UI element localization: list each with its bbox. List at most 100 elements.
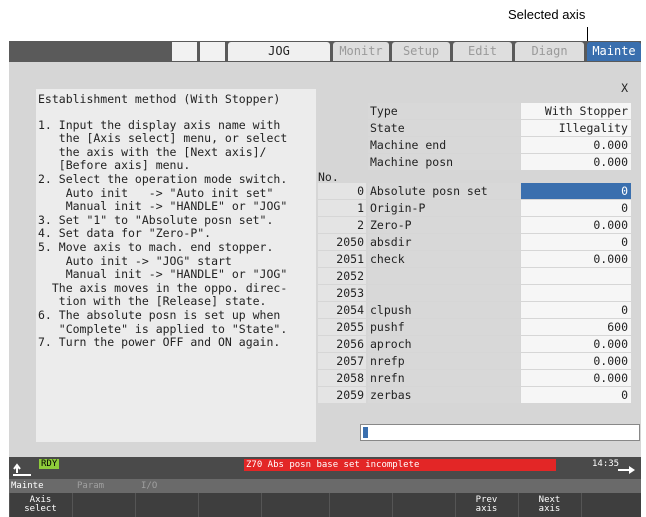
param-no: 2052	[318, 268, 366, 284]
instruction-line: 7. Turn the power OFF and ON again.	[38, 335, 281, 350]
param-value[interactable]: 0	[521, 234, 631, 250]
softkey-label: axis	[538, 504, 561, 514]
status-bar: RDY Z70 Abs posn base set incomplete 14:…	[9, 457, 641, 479]
param-value[interactable]: 0	[521, 387, 631, 403]
axis-name-header: X	[621, 81, 628, 95]
param-value[interactable]	[521, 285, 631, 301]
next-menu-arrow-icon[interactable]	[616, 463, 638, 477]
softkey-next-axis[interactable]: Next axis	[518, 493, 580, 517]
tab-setup[interactable]: Setup	[392, 42, 450, 61]
softkey-axis-select[interactable]: Axis select	[9, 493, 71, 517]
param-no: 2055	[318, 319, 366, 335]
param-name: Absolute posn set	[368, 183, 520, 199]
param-no: 2057	[318, 353, 366, 369]
instruction-line: 1. Input the display axis name with	[38, 117, 281, 132]
instructions-text: Establishment method (With Stopper) 1. I…	[38, 92, 312, 350]
softkey-label: select	[24, 504, 57, 514]
instruction-line: the axis with the [Next axis]/	[38, 144, 267, 159]
instruction-line: Auto init -> "Auto init set"	[38, 185, 274, 200]
softkey-label: axis	[475, 504, 498, 514]
param-value[interactable]: 0	[521, 302, 631, 318]
menu-path-param[interactable]: Param	[77, 479, 104, 493]
param-no: 0	[318, 183, 366, 199]
info-label: Machine end	[368, 137, 520, 153]
return-icon[interactable]	[11, 463, 33, 477]
instruction-line: Manual init -> "HANDLE" or "JOG"	[38, 199, 288, 214]
instruction-line: Auto init -> "JOG" start	[38, 253, 232, 268]
param-value[interactable]: 0.000	[521, 336, 631, 352]
ready-indicator: RDY	[39, 459, 60, 469]
tab-bar: JOG Monitr Setup Edit Diagn Mainte	[9, 41, 641, 62]
param-name: absdir	[368, 234, 520, 250]
input-cursor	[363, 427, 368, 438]
param-value[interactable]	[521, 268, 631, 284]
param-name: nrefn	[368, 370, 520, 386]
instruction-line: 4. Set data for "Zero-P".	[38, 226, 212, 241]
cnc-screen: JOG Monitr Setup Edit Diagn Mainte Estab…	[9, 41, 641, 517]
param-name: check	[368, 251, 520, 267]
softkey-2[interactable]	[72, 493, 134, 517]
param-name: zerbas	[368, 387, 520, 403]
blank-tab-2	[200, 42, 225, 61]
param-value[interactable]: 0.000	[521, 353, 631, 369]
softkey-7[interactable]	[392, 493, 454, 517]
param-value-selected[interactable]: 0	[521, 183, 631, 199]
tab-diagn[interactable]: Diagn	[515, 42, 584, 61]
info-label: Machine posn	[368, 154, 520, 170]
param-value[interactable]: 0.000	[521, 370, 631, 386]
param-value[interactable]: 0	[521, 200, 631, 216]
input-field[interactable]	[360, 424, 640, 441]
param-value[interactable]: 600	[521, 319, 631, 335]
softkey-4[interactable]	[198, 493, 260, 517]
param-no: 2058	[318, 370, 366, 386]
param-no: 2	[318, 217, 366, 233]
instructions-title: Establishment method (With Stopper)	[38, 92, 281, 106]
param-name: clpush	[368, 302, 520, 318]
param-no: 2054	[318, 302, 366, 318]
param-value[interactable]: 0.000	[521, 251, 631, 267]
param-name	[368, 285, 520, 301]
instruction-line: 5. Move axis to mach. end stopper.	[38, 239, 274, 254]
softkey-prev-axis[interactable]: Prev axis	[455, 493, 517, 517]
param-name: Origin-P	[368, 200, 520, 216]
menu-path-io[interactable]: I/O	[141, 479, 157, 493]
instruction-line: the [Axis select] menu, or select	[38, 131, 288, 146]
softkey-5[interactable]	[261, 493, 323, 517]
info-value: 0.000	[521, 154, 631, 170]
info-label: Type	[368, 103, 520, 119]
param-name	[368, 268, 520, 284]
info-value: 0.000	[521, 137, 631, 153]
param-name: pushf	[368, 319, 520, 335]
tab-jog[interactable]: JOG	[228, 42, 330, 61]
param-no: 2051	[318, 251, 366, 267]
tab-monitr[interactable]: Monitr	[333, 42, 389, 61]
info-value: With Stopper	[521, 103, 631, 119]
menu-path-mainte[interactable]: Mainte	[11, 479, 44, 493]
param-value[interactable]: 0.000	[521, 217, 631, 233]
instruction-line: 2. Select the operation mode switch.	[38, 171, 288, 186]
param-no: 2059	[318, 387, 366, 403]
param-no: 2053	[318, 285, 366, 301]
instruction-line: "Complete" is applied to "State".	[38, 321, 288, 336]
param-name: aproch	[368, 336, 520, 352]
softkey-bar: Axis select Prev axis Next axis	[9, 493, 641, 517]
softkey-3[interactable]	[135, 493, 197, 517]
info-label: State	[368, 120, 520, 136]
menu-path-bar: Mainte Param I/O	[9, 479, 641, 493]
param-no: 2056	[318, 336, 366, 352]
info-value: Illegality	[521, 120, 631, 136]
param-no: 2050	[318, 234, 366, 250]
instruction-line: 6. The absolute posn is set up when	[38, 307, 281, 322]
selected-axis-callout: Selected axis	[508, 7, 586, 22]
tab-edit[interactable]: Edit	[453, 42, 512, 61]
param-no: 1	[318, 200, 366, 216]
param-name: Zero-P	[368, 217, 520, 233]
tab-mainte[interactable]: Mainte	[587, 42, 641, 61]
instruction-line: 3. Set "1" to "Absolute posn set".	[38, 212, 274, 227]
instruction-line: [Before axis] menu.	[38, 158, 191, 173]
softkey-10[interactable]	[581, 493, 641, 517]
softkey-6[interactable]	[329, 493, 391, 517]
instruction-line: The axis moves in the oppo. direc-	[38, 280, 288, 295]
instruction-line: Manual init -> "HANDLE" or "JOG"	[38, 267, 288, 282]
alarm-message: Z70 Abs posn base set incomplete	[244, 459, 556, 471]
